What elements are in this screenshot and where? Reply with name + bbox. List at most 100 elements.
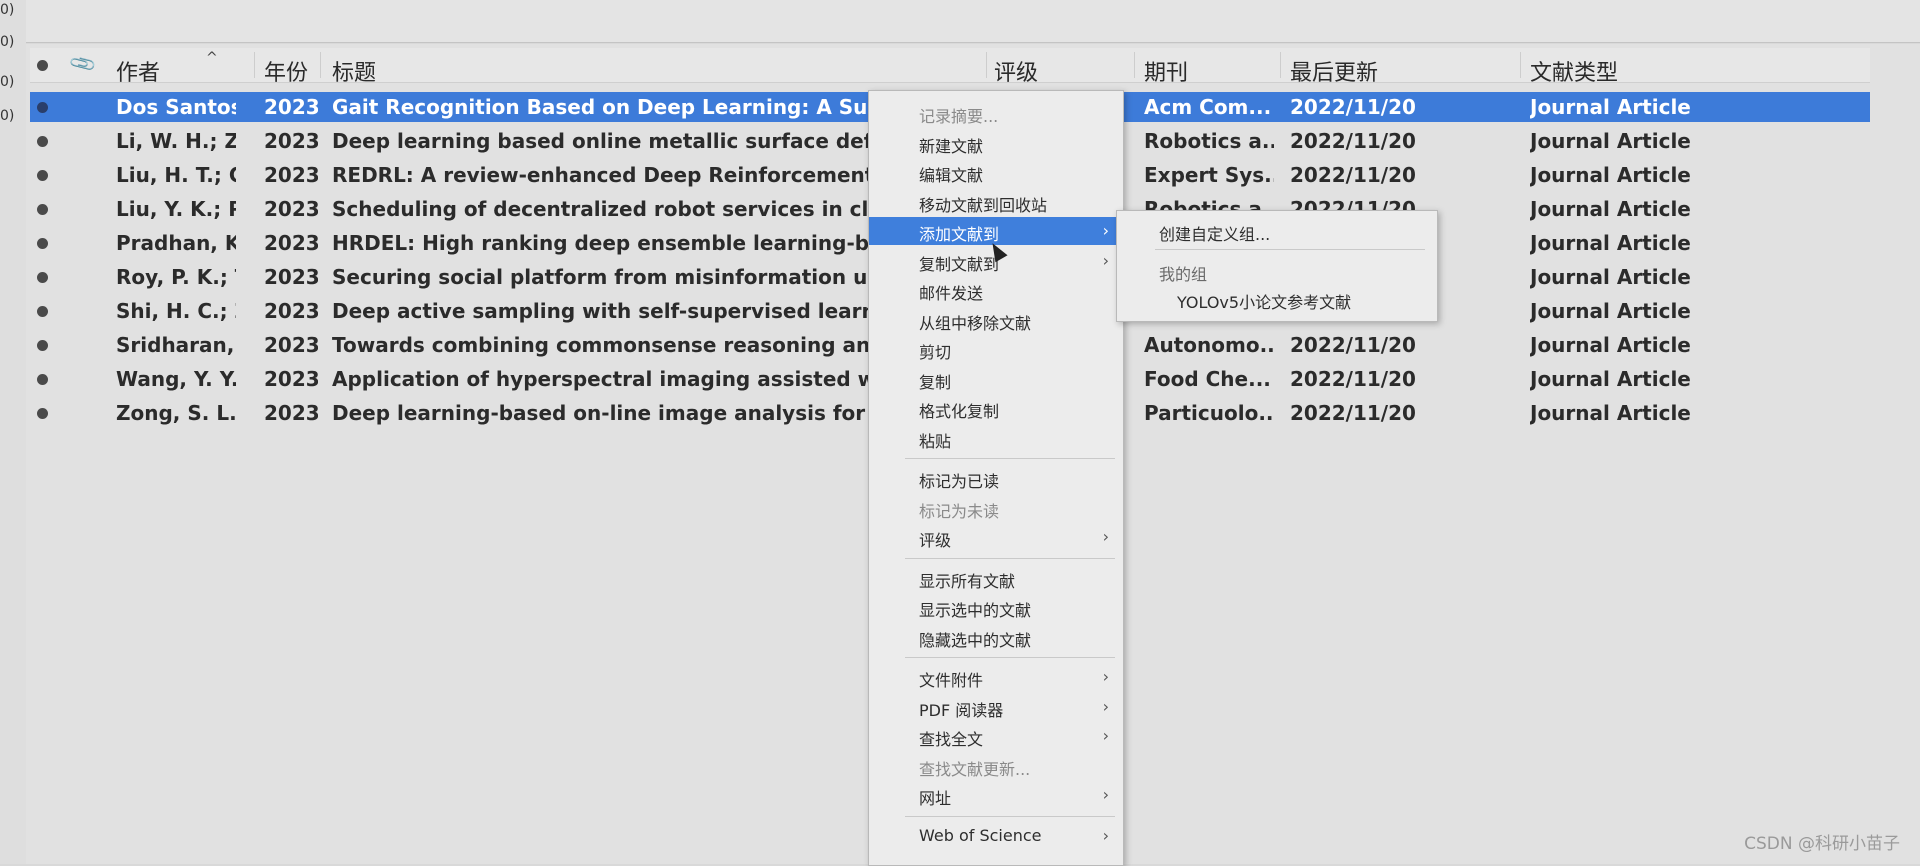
left-pane-label: 0): [0, 108, 15, 124]
menu-item-label: 从组中移除文献: [919, 313, 1032, 333]
my-groups-header: 我的组: [1159, 265, 1208, 284]
cell-title: Scheduling of decentralized robot servic…: [332, 197, 898, 221]
menu-item[interactable]: 移动文献到回收站: [869, 188, 1123, 216]
cell-year: 2023: [264, 299, 318, 323]
menu-item[interactable]: 新建文献: [869, 129, 1123, 157]
menu-item[interactable]: 粘贴: [869, 424, 1123, 452]
column-last-updated[interactable]: 最后更新: [1290, 55, 1378, 87]
column-header-bar: 📎 作者 ^ 年份 标题 评级 期刊 最后更新 文献类型: [30, 48, 1870, 86]
left-pane-label: 0): [0, 74, 15, 90]
menu-item[interactable]: Web of Science ›: [869, 822, 1123, 850]
column-divider[interactable]: [986, 52, 987, 78]
cell-type: Journal Article: [1530, 401, 1691, 425]
column-divider[interactable]: [254, 52, 255, 78]
cell-journal: Autonomo...: [1144, 333, 1274, 357]
cell-type: Journal Article: [1530, 367, 1691, 391]
cell-type: Journal Article: [1530, 265, 1691, 289]
chevron-right-icon: ›: [1102, 250, 1109, 270]
menu-item[interactable]: 标记为已读: [869, 464, 1123, 492]
cell-journal: Particuolo...: [1144, 401, 1274, 425]
cell-updated: 2022/11/20: [1290, 129, 1416, 153]
read-status-dot-icon: [37, 102, 48, 113]
menu-item[interactable]: 文件附件 ›: [869, 663, 1123, 691]
menu-item-label: 复制文献到: [919, 254, 1000, 274]
menu-item-label: 评级: [919, 531, 952, 550]
column-rating[interactable]: 评级: [994, 55, 1038, 87]
cell-journal: Acm Com...: [1144, 95, 1272, 119]
column-divider[interactable]: [1520, 52, 1521, 78]
menu-item-label: 邮件发送: [919, 284, 984, 303]
menu-item[interactable]: PDF 阅读器 ›: [869, 693, 1123, 721]
cell-type: Journal Article: [1530, 299, 1691, 323]
cell-title: Towards combining commonsense reasoning …: [332, 333, 898, 357]
column-divider[interactable]: [1280, 52, 1281, 78]
chevron-right-icon: ›: [1102, 221, 1109, 240]
menu-item-label: 移动文献到回收站: [919, 195, 1048, 215]
attachment-column-icon[interactable]: 📎: [68, 49, 98, 79]
menu-item[interactable]: 评级 ›: [869, 523, 1123, 551]
cell-type: Journal Article: [1530, 129, 1691, 153]
cell-title: Application of hyperspectral imaging ass…: [332, 367, 898, 391]
cell-author: Zong, S. L.; ...: [116, 401, 236, 425]
cell-updated: 2022/11/20: [1290, 333, 1416, 357]
group-item-yolov5[interactable]: YOLOv5小论文参考文献: [1177, 289, 1351, 313]
cell-updated: 2022/11/20: [1290, 95, 1416, 119]
column-reference-type[interactable]: 文献类型: [1530, 55, 1618, 87]
column-divider[interactable]: [1134, 52, 1135, 78]
cell-title: HRDEL: High ranking deep ensemble learni…: [332, 231, 898, 255]
menu-item-label: 格式化复制: [919, 402, 1000, 421]
menu-item[interactable]: 记录摘要...: [869, 99, 1123, 127]
cell-author: Sridharan, ...: [116, 333, 236, 357]
cell-author: Dos Santos,...: [116, 95, 236, 119]
submenu-separator: [1155, 249, 1425, 250]
cell-author: Li, W. H.; Zh...: [116, 129, 236, 153]
cell-updated: 2022/11/20: [1290, 367, 1416, 391]
menu-item[interactable]: 标记为未读: [869, 494, 1123, 522]
menu-item[interactable]: 查找全文 ›: [869, 722, 1123, 750]
chevron-right-icon: ›: [1102, 726, 1109, 745]
cell-author: Shi, H. C.; Z...: [116, 299, 236, 323]
menu-item[interactable]: 邮件发送: [869, 276, 1123, 304]
read-status-dot-icon: [37, 306, 48, 317]
cell-journal: Food Che...: [1144, 367, 1271, 391]
menu-item-label: PDF 阅读器: [919, 700, 1004, 720]
menu-item-label: 添加文献到: [919, 225, 1000, 244]
create-custom-group-item[interactable]: 创建自定义组...: [1159, 221, 1270, 245]
column-journal[interactable]: 期刊: [1144, 55, 1188, 87]
read-status-dot-icon: [37, 136, 48, 147]
menu-item[interactable]: 隐藏选中的文献: [869, 623, 1123, 651]
menu-item[interactable]: 查找文献更新...: [869, 752, 1123, 780]
menu-item-label: 隐藏选中的文献: [919, 630, 1032, 650]
menu-item[interactable]: 复制: [869, 365, 1123, 393]
cell-year: 2023: [264, 231, 318, 255]
menu-item[interactable]: 格式化复制: [869, 394, 1123, 422]
cell-title: Deep learning-based on-line image analys…: [332, 401, 898, 425]
chevron-right-icon: ›: [1102, 696, 1109, 716]
menu-item-label: 标记为已读: [919, 472, 1000, 491]
menu-item[interactable]: 编辑文献: [869, 158, 1123, 186]
column-title[interactable]: 标题: [332, 55, 376, 87]
cell-type: Journal Article: [1530, 163, 1691, 187]
cell-type: Journal Article: [1530, 333, 1691, 357]
cell-journal: Robotics a...: [1144, 129, 1274, 153]
menu-item-label: 复制: [919, 372, 952, 392]
menu-item[interactable]: 剪切: [869, 335, 1123, 363]
column-year[interactable]: 年份: [264, 55, 308, 87]
cell-year: 2023: [264, 129, 318, 153]
cell-type: Journal Article: [1530, 95, 1691, 119]
cell-title: Gait Recognition Based on Deep Learning:…: [332, 95, 898, 119]
context-menu: 记录摘要... 新建文献 编辑文献移动文献到回收站 添加文献到 › 复制文献到 › 邮件发送从…: [868, 90, 1124, 866]
column-divider[interactable]: [320, 52, 321, 78]
menu-item[interactable]: 显示选中的文献: [869, 593, 1123, 621]
menu-item[interactable]: 显示所有文献: [869, 564, 1123, 592]
menu-item-label: 新建文献: [919, 136, 984, 156]
cell-title: REDRL: A review-enhanced Deep Reinforcem…: [332, 163, 898, 187]
menu-item-label: 显示选中的文献: [919, 601, 1032, 620]
column-author[interactable]: 作者: [116, 55, 160, 87]
read-status-dot-icon: [37, 340, 48, 351]
read-status-column-icon[interactable]: [37, 60, 48, 71]
menu-item[interactable]: 从组中移除文献: [869, 306, 1123, 334]
cell-year: 2023: [264, 197, 318, 221]
cell-author: Liu, Y. K.; Pi...: [116, 197, 236, 221]
menu-item[interactable]: 网址 ›: [869, 781, 1123, 809]
